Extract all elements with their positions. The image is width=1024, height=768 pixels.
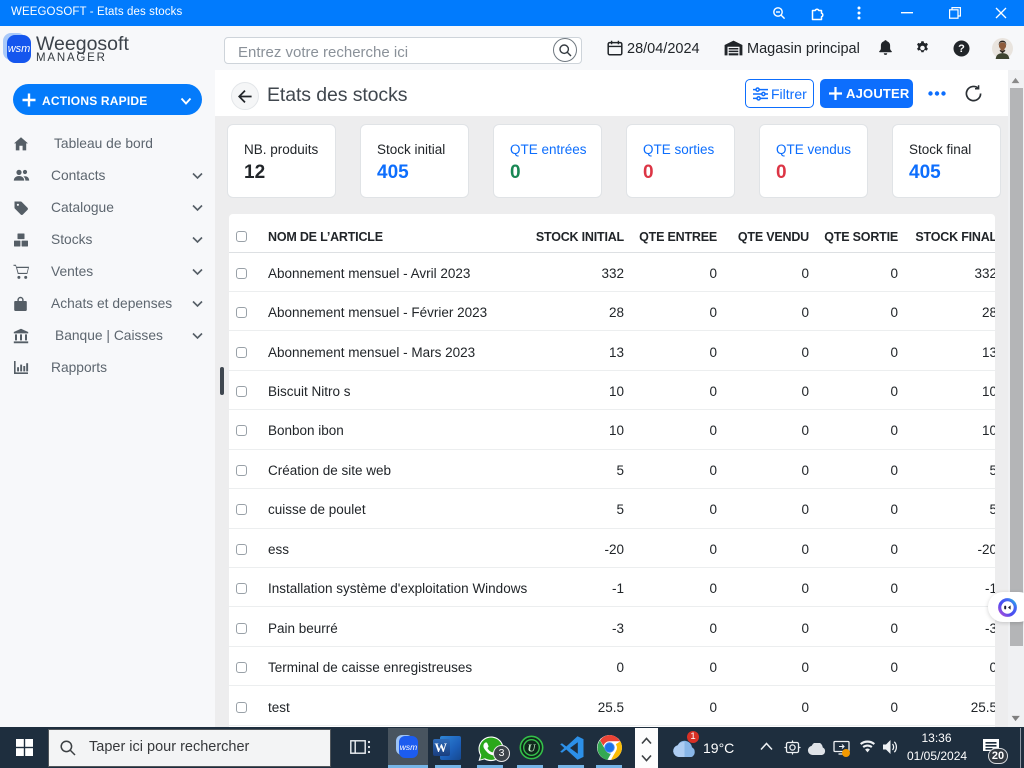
svg-text:U: U (528, 743, 537, 755)
svg-text:?: ? (958, 43, 965, 55)
